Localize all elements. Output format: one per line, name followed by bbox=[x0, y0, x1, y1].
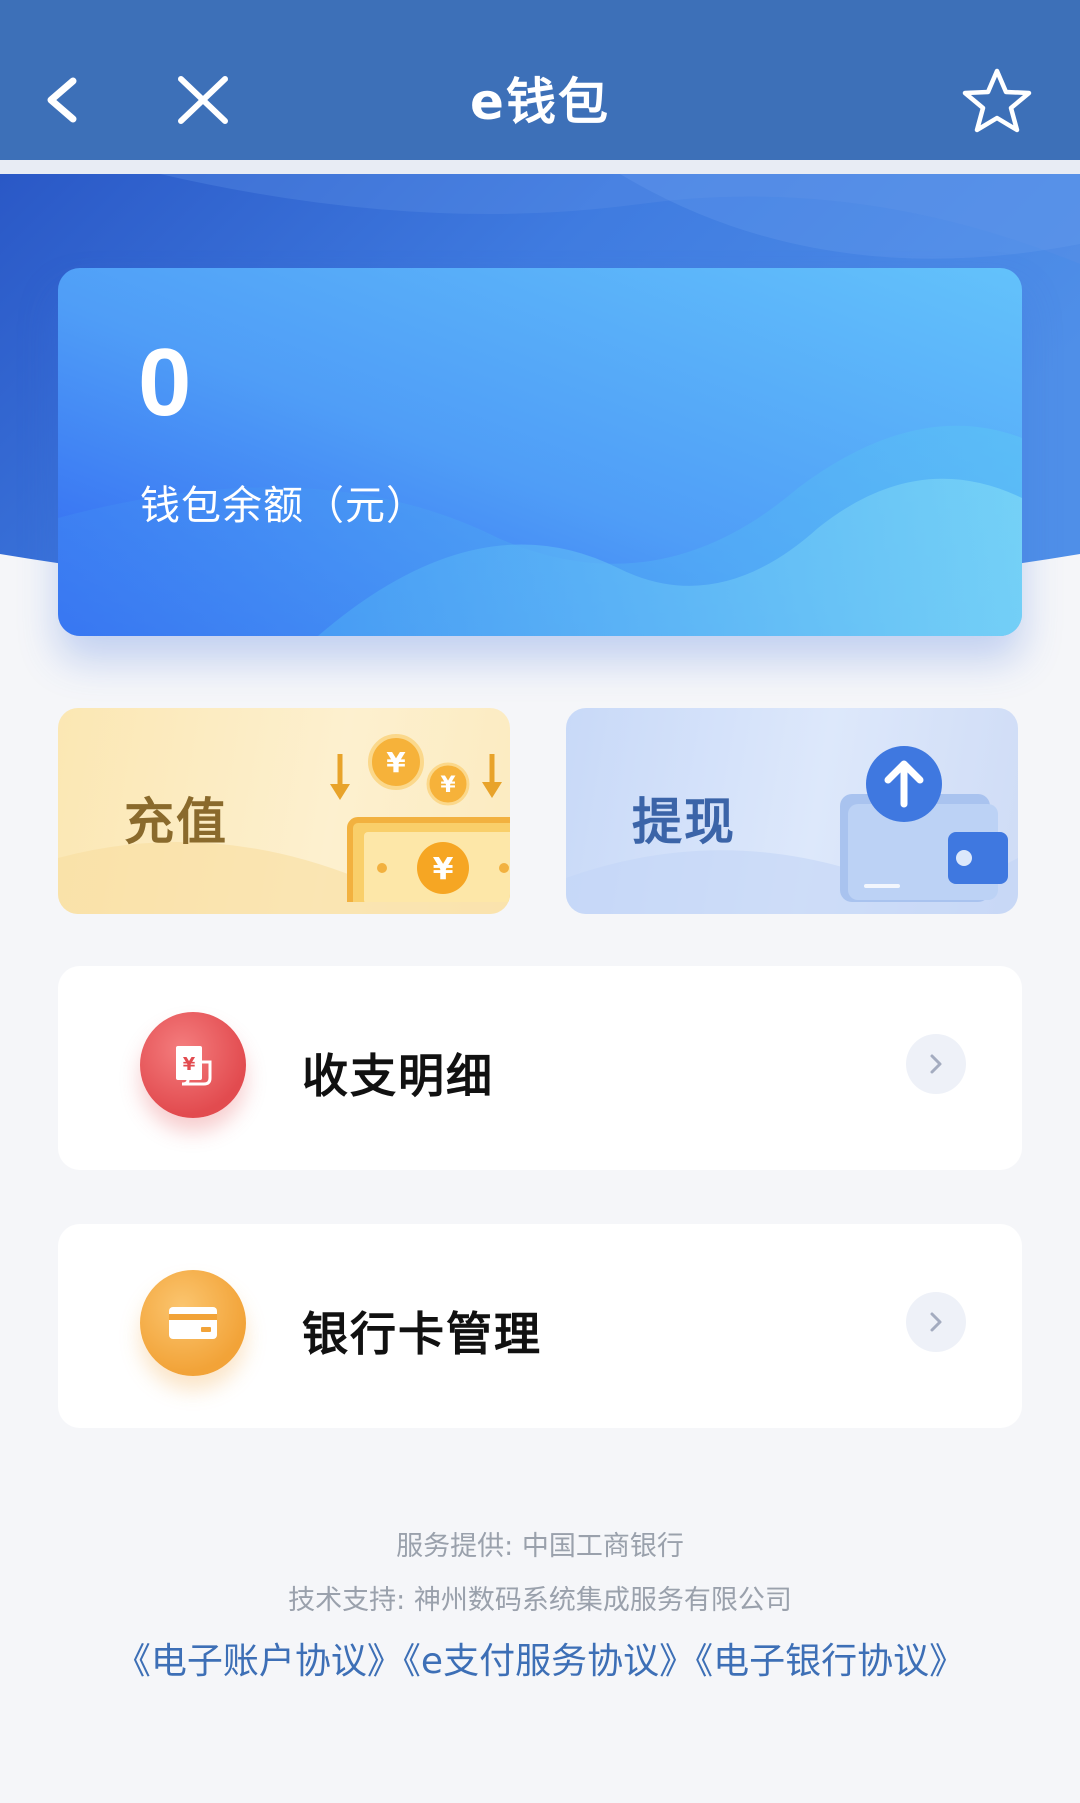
wallet-upload-icon bbox=[840, 746, 1008, 902]
chevron-right-icon bbox=[906, 1292, 966, 1352]
electronic-account-agreement-link[interactable]: 《电子账户协议》 bbox=[115, 1641, 403, 1682]
svg-text:¥: ¥ bbox=[183, 1054, 196, 1075]
svg-text:¥: ¥ bbox=[386, 746, 406, 779]
bank-card-management-item[interactable]: 银行卡管理 bbox=[58, 1224, 1022, 1428]
recharge-label: 充值 bbox=[124, 793, 228, 851]
agreement-links: 《电子账户协议》《e支付服务协议》《电子银行协议》 bbox=[0, 1632, 1080, 1684]
e-banking-agreement-link[interactable]: 《电子银行协议》 bbox=[695, 1641, 965, 1682]
svg-text:¥: ¥ bbox=[440, 773, 456, 798]
bank-card-icon bbox=[169, 1307, 217, 1339]
star-outline-icon bbox=[962, 68, 1032, 133]
bank-card-icon-badge bbox=[140, 1270, 246, 1376]
transaction-details-item[interactable]: ¥ 收支明细 bbox=[58, 966, 1022, 1170]
tech-support-text: 技术支持: 神州数码系统集成服务有限公司 bbox=[288, 1585, 792, 1616]
transaction-details-label: 收支明细 bbox=[302, 1049, 494, 1103]
top-navbar: e钱包 bbox=[0, 0, 1080, 160]
withdraw-label: 提现 bbox=[632, 793, 736, 851]
withdraw-button[interactable]: 提现 bbox=[566, 708, 1018, 914]
receipt-icon: ¥ bbox=[176, 1046, 212, 1086]
chevron-right-icon bbox=[906, 1034, 966, 1094]
receipt-icon-badge: ¥ bbox=[140, 1012, 246, 1118]
recharge-button[interactable]: 充值 ¥ ¥ ¥ bbox=[58, 708, 510, 914]
balance-amount: 0 bbox=[138, 329, 192, 436]
e-wallet-screen: e钱包 0 钱包余额（元） 充值 ¥ ¥ ¥ 提现 ¥ 收支明细 银行卡管理 服… bbox=[0, 0, 1080, 1803]
svg-text:¥: ¥ bbox=[433, 852, 454, 887]
page-title: e钱包 bbox=[470, 73, 610, 131]
bank-card-management-label: 银行卡管理 bbox=[302, 1307, 542, 1361]
money-coins-icon: ¥ ¥ ¥ bbox=[330, 734, 510, 902]
navbar-divider bbox=[0, 160, 1080, 174]
e-payment-agreement-link[interactable]: 《e支付服务协议》 bbox=[403, 1641, 695, 1682]
balance-label: 钱包余额（元） bbox=[140, 483, 427, 529]
favorite-button[interactable] bbox=[952, 55, 1042, 145]
service-provider-text: 服务提供: 中国工商银行 bbox=[396, 1531, 684, 1562]
balance-card: 0 钱包余额（元） bbox=[58, 268, 1022, 636]
